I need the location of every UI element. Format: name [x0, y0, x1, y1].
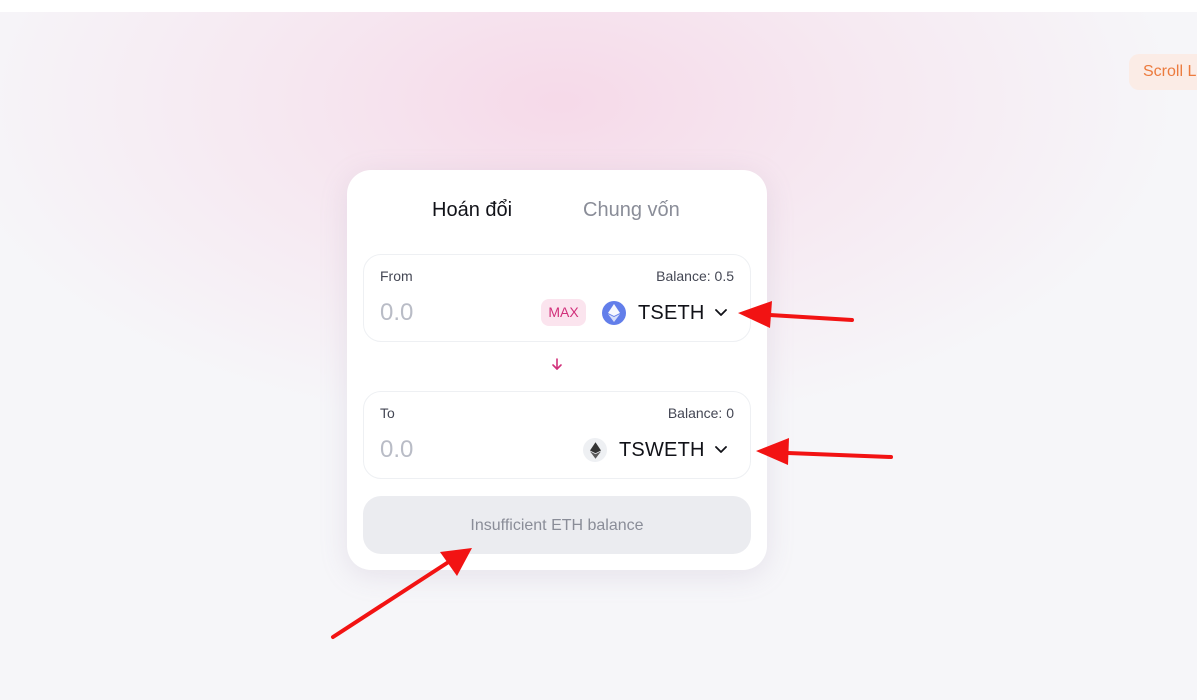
top-bar: [0, 0, 1197, 12]
from-balance: Balance: 0.5: [656, 268, 734, 284]
ethereum-icon: [583, 438, 607, 462]
ethereum-icon: [602, 301, 626, 325]
chevron-down-icon: [714, 306, 729, 320]
from-token-symbol: TSETH: [638, 301, 705, 324]
swap-card: Hoán đổi Chung vốn From Balance: 0.5 MAX…: [347, 170, 767, 570]
tab-pool[interactable]: Chung vốn: [583, 198, 680, 222]
to-token-symbol: TSWETH: [619, 438, 705, 461]
tab-swap[interactable]: Hoán đổi: [432, 198, 512, 222]
to-balance: Balance: 0: [667, 405, 734, 421]
from-amount-input[interactable]: [374, 295, 536, 331]
submit-button[interactable]: Insufficient ETH balance: [363, 496, 751, 554]
to-label: To: [380, 405, 395, 421]
to-amount-input[interactable]: [374, 432, 536, 468]
tab-bar: Hoán đổi Chung vốn: [347, 170, 767, 250]
from-token-selector[interactable]: TSETH: [602, 299, 729, 327]
chevron-down-icon: [714, 443, 729, 457]
arrow-down-icon[interactable]: [549, 356, 565, 372]
from-label: From: [380, 268, 413, 284]
network-badge[interactable]: Scroll L2: [1129, 54, 1197, 90]
to-panel: To Balance: 0 TSWETH: [363, 391, 751, 479]
max-button[interactable]: MAX: [541, 299, 586, 326]
to-token-selector[interactable]: TSWETH: [583, 436, 729, 464]
from-panel: From Balance: 0.5 MAX TSETH: [363, 254, 751, 342]
